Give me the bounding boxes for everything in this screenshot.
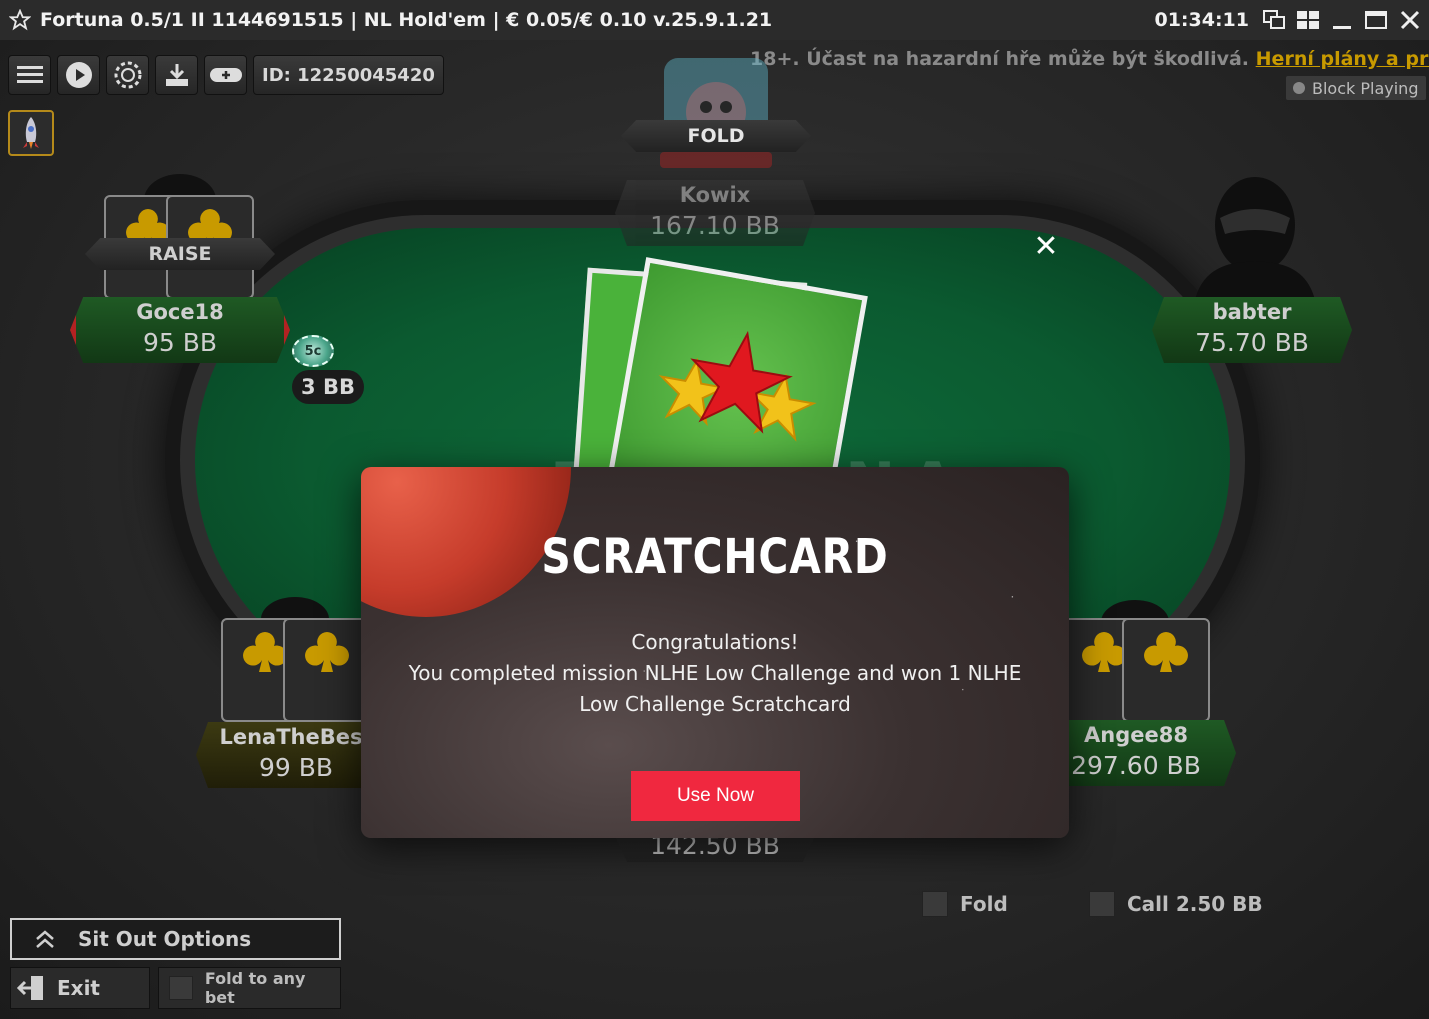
gambling-disclaimer: 18+. Účast na hazardní hře může být škod…: [750, 48, 1429, 70]
avatar-babter: [1185, 170, 1325, 300]
modal-title: SCRATCHCARD: [541, 529, 889, 585]
stars-icon: [658, 330, 817, 442]
scratchcard-modal: SCRATCHCARD Congratulations! You complet…: [361, 467, 1069, 838]
modal-message: Congratulations! You completed mission N…: [401, 627, 1029, 720]
sit-out-label: Sit Out Options: [78, 927, 252, 951]
tile-windows-icon[interactable]: [1293, 5, 1323, 35]
window-title: Fortuna 0.5/1 II 1144691515 | NL Hold'em…: [40, 9, 773, 31]
disclaimer-text: 18+. Účast na hazardní hře může být škod…: [750, 48, 1256, 70]
action-banner-kowix: FOLD: [621, 120, 811, 152]
call-label: Call 2.50 BB: [1127, 892, 1263, 916]
player-plate-babter[interactable]: babter 75.70 BB: [1152, 297, 1352, 363]
hand-icon: [1293, 82, 1305, 94]
call-checkbox[interactable]: [1089, 891, 1115, 917]
congrats-text: Congratulations!: [631, 630, 799, 654]
action-banner-goce18: RAISE: [85, 238, 275, 270]
settings-chip-icon[interactable]: [106, 55, 149, 95]
minimize-icon[interactable]: [1327, 5, 1357, 35]
play-icon[interactable]: [57, 55, 100, 95]
fold-to-any-bet-toggle[interactable]: Fold to any bet: [158, 967, 341, 1009]
add-chips-icon[interactable]: [204, 55, 247, 95]
close-popup-icon[interactable]: ✕: [1030, 229, 1062, 264]
fold-checkbox[interactable]: [922, 891, 948, 917]
mission-text: You completed mission NLHE Low Challenge…: [408, 661, 1022, 716]
player-plate-goce18[interactable]: Goce18 95 BB: [70, 297, 290, 363]
close-window-icon[interactable]: [1395, 5, 1425, 35]
exit-label: Exit: [57, 976, 100, 1000]
use-now-button[interactable]: Use Now: [631, 771, 800, 821]
maximize-icon[interactable]: [1361, 5, 1391, 35]
menu-icon[interactable]: [8, 55, 51, 95]
fold-label: Fold: [960, 892, 1008, 916]
download-icon[interactable]: [155, 55, 198, 95]
fold-any-checkbox[interactable]: [169, 976, 193, 1000]
clock: 01:34:11: [1154, 9, 1249, 31]
poker-table-window: Fortuna 0.5/1 II 1144691515 | NL Hold'em…: [0, 0, 1429, 1019]
exit-door-icon: [17, 976, 43, 1000]
bet-amount: 3 BB: [292, 370, 364, 404]
player-name: Kowix: [679, 183, 751, 207]
sit-out-options-button[interactable]: Sit Out Options: [10, 918, 341, 960]
rules-link[interactable]: Herní plány a pravidla.: [1256, 48, 1429, 70]
hole-card-back: [283, 618, 371, 722]
player-stack: 75.70 BB: [1195, 328, 1309, 357]
player-name: babter: [1212, 300, 1292, 324]
hole-card-back: [1122, 618, 1210, 722]
title-bar: Fortuna 0.5/1 II 1144691515 | NL Hold'em…: [0, 0, 1429, 40]
favorite-star-icon[interactable]: [0, 9, 40, 31]
exit-button[interactable]: Exit: [10, 967, 150, 1009]
player-stack: 95 BB: [142, 328, 218, 357]
cascade-windows-icon[interactable]: [1259, 5, 1289, 35]
avatar-kowix: [656, 52, 776, 172]
rocket-icon[interactable]: [8, 110, 54, 156]
player-name: Goce18: [136, 300, 224, 324]
block-playing-label: Block Playing: [1312, 78, 1419, 98]
fold-any-label: Fold to any bet: [204, 969, 306, 1007]
player-plate-kowix[interactable]: Kowix 167.10 BB: [615, 180, 815, 246]
table-id: ID: 12250045420: [253, 55, 444, 95]
player-stack: 167.10 BB: [650, 211, 780, 240]
block-playing-button[interactable]: Block Playing: [1286, 76, 1427, 100]
table-toolbar: ID: 12250045420: [8, 55, 444, 95]
pre-action-fold[interactable]: Fold: [922, 891, 1008, 917]
double-chevron-up-icon: [36, 930, 54, 948]
pre-action-call[interactable]: Call 2.50 BB: [1089, 891, 1263, 917]
bet-chip: 5c: [292, 335, 334, 367]
